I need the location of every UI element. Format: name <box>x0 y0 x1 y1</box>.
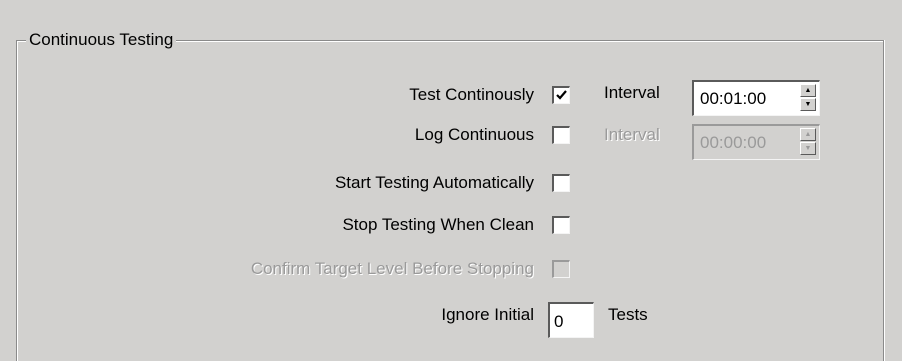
log-interval-label: Interval <box>604 125 660 144</box>
stop-testing-when-clean-checkbox[interactable] <box>552 216 570 234</box>
interval-value[interactable]: 00:01:00 <box>700 89 766 109</box>
down-arrow-icon[interactable]: ▼ <box>800 98 816 111</box>
log-interval-spinner: 00:00:00 ▲ ▼ <box>692 124 820 160</box>
ignore-initial-input[interactable]: 0 <box>548 302 594 338</box>
log-continuous-label: Log Continuous <box>414 125 534 144</box>
test-continuously-checkbox[interactable] <box>552 86 570 104</box>
log-continuous-checkbox[interactable] <box>552 126 570 144</box>
ignore-initial-label: Ignore Initial <box>441 305 534 324</box>
stop-testing-when-clean-label: Stop Testing When Clean <box>342 215 534 234</box>
down-arrow-icon: ▼ <box>800 142 816 155</box>
interval-spinner[interactable]: 00:01:00 ▲ ▼ <box>692 80 820 116</box>
ignore-initial-value[interactable]: 0 <box>554 312 563 332</box>
checkmark-icon <box>556 90 567 100</box>
group-title: Continuous Testing <box>26 30 177 50</box>
confirm-target-level-label: Confirm Target Level Before Stopping <box>250 259 534 278</box>
tests-label: Tests <box>608 305 648 324</box>
up-arrow-icon[interactable]: ▲ <box>800 84 816 97</box>
confirm-target-level-checkbox <box>552 260 570 278</box>
start-testing-automatically-checkbox[interactable] <box>552 174 570 192</box>
start-testing-automatically-label: Start Testing Automatically <box>334 173 534 192</box>
log-interval-value: 00:00:00 <box>700 133 767 152</box>
test-continuously-label: Test Continously <box>409 85 534 104</box>
up-arrow-icon: ▲ <box>800 128 816 141</box>
interval-label: Interval <box>604 83 660 102</box>
